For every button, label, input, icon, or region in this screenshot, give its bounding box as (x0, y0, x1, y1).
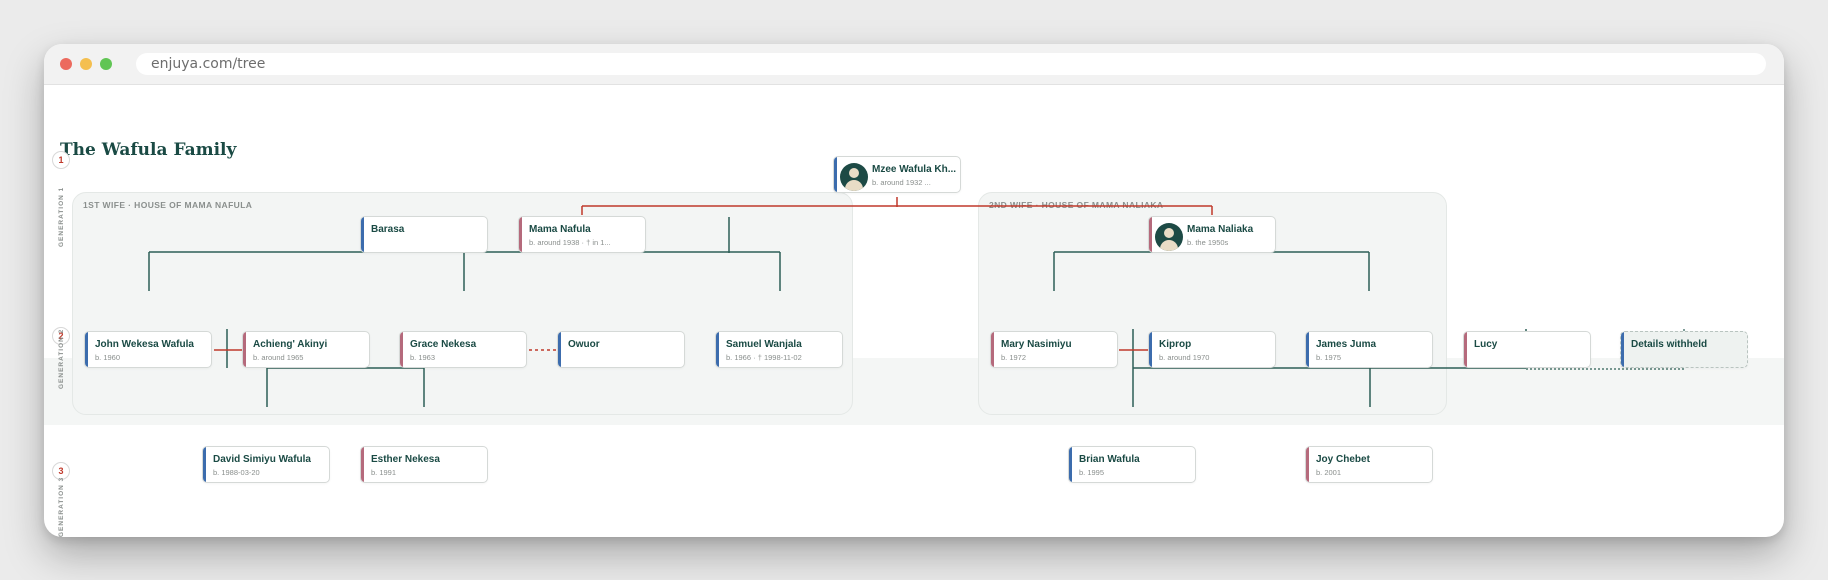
female-indicator (400, 332, 403, 367)
person-card-achieng[interactable]: Achieng' Akinyi b. around 1965 (242, 331, 370, 368)
male-indicator (361, 217, 364, 252)
person-name: John Wekesa Wafula (95, 339, 194, 350)
person-dates: b. 1963 (410, 353, 436, 362)
person-card-mzee-wafula[interactable]: Mzee Wafula Kh... b. around 1932 ... (833, 156, 961, 193)
person-dates: b. 1960 (95, 353, 121, 362)
person-name: James Juma (1316, 339, 1377, 350)
male-indicator (1306, 332, 1309, 367)
person-card-kiprop[interactable]: Kiprop b. around 1970 (1148, 331, 1276, 368)
person-dates: b. around 1965 (253, 353, 304, 362)
person-dates: b. 1975 (1316, 353, 1342, 362)
person-card-john[interactable]: John Wekesa Wafula b. 1960 (84, 331, 212, 368)
person-dates: b. 1995 (1079, 468, 1105, 477)
person-card-esther[interactable]: Esther Nekesa b. 1991 (360, 446, 488, 483)
close-window-button[interactable] (60, 58, 72, 70)
female-indicator (519, 217, 522, 252)
browser-toolbar: enjuya.com/tree (44, 44, 1784, 85)
male-indicator (1069, 447, 1072, 482)
maximize-window-button[interactable] (100, 58, 112, 70)
male-indicator (1621, 332, 1624, 367)
person-card-owuor[interactable]: Owuor (557, 331, 685, 368)
person-name: Joy Chebet (1316, 454, 1370, 465)
person-dates: b. around 1970 (1159, 353, 1210, 362)
female-indicator (361, 447, 364, 482)
browser-window: enjuya.com/tree 1ST WIFE · HOUSE OF MAMA… (44, 44, 1784, 537)
person-dates: b. 1988-03-20 (213, 468, 260, 477)
person-name: Lucy (1474, 339, 1498, 350)
person-dates: b. 1972 (1001, 353, 1027, 362)
person-dates: b. around 1932 ... (872, 178, 931, 187)
person-name: Owuor (568, 339, 600, 350)
address-bar[interactable]: enjuya.com/tree (136, 53, 1766, 75)
minimize-window-button[interactable] (80, 58, 92, 70)
male-indicator (85, 332, 88, 367)
female-indicator (991, 332, 994, 367)
person-card-david[interactable]: David Simiyu Wafula b. 1988-03-20 (202, 446, 330, 483)
person-name: Mama Nafula (529, 224, 591, 235)
person-dates: b. 1991 (371, 468, 397, 477)
person-card-mama-naliaka[interactable]: Mama Naliaka b. the 1950s (1148, 216, 1276, 253)
person-card-withheld[interactable]: Details withheld (1620, 331, 1748, 368)
person-name: Mzee Wafula Kh... (872, 164, 956, 175)
family-tree-canvas: 1ST WIFE · HOUSE OF MAMA NAFULA 2ND WIFE… (44, 84, 1784, 537)
person-card-grace[interactable]: Grace Nekesa b. 1963 (399, 331, 527, 368)
person-card-brian[interactable]: Brian Wafula b. 1995 (1068, 446, 1196, 483)
male-indicator (716, 332, 719, 367)
person-name: Kiprop (1159, 339, 1192, 350)
female-indicator (1464, 332, 1467, 367)
person-name: Achieng' Akinyi (253, 339, 328, 350)
person-card-james[interactable]: James Juma b. 1975 (1305, 331, 1433, 368)
person-card-barasa[interactable]: Barasa (360, 216, 488, 253)
person-avatar-icon (1155, 223, 1183, 251)
person-name: Mary Nasimiyu (1001, 339, 1072, 350)
person-card-mary[interactable]: Mary Nasimiyu b. 1972 (990, 331, 1118, 368)
person-name: Brian Wafula (1079, 454, 1140, 465)
person-name: Mama Naliaka (1187, 224, 1254, 235)
male-indicator (834, 157, 837, 192)
person-card-joy[interactable]: Joy Chebet b. 2001 (1305, 446, 1433, 483)
person-name: Details withheld (1631, 339, 1708, 350)
person-card-mama-nafula[interactable]: Mama Nafula b. around 1938 · † in 1... (518, 216, 646, 253)
male-indicator (1149, 332, 1152, 367)
person-name: Esther Nekesa (371, 454, 440, 465)
person-card-samuel[interactable]: Samuel Wanjala b. 1966 · † 1998-11-02 (715, 331, 843, 368)
person-name: Barasa (371, 224, 405, 235)
person-name: Samuel Wanjala (726, 339, 802, 350)
female-indicator (1149, 217, 1152, 252)
person-dates: b. 1966 · † 1998-11-02 (726, 353, 802, 362)
female-indicator (1306, 447, 1309, 482)
female-indicator (243, 332, 246, 367)
person-dates: b. the 1950s (1187, 238, 1229, 247)
person-card-lucy[interactable]: Lucy (1463, 331, 1591, 368)
person-name: David Simiyu Wafula (213, 454, 311, 465)
male-indicator (558, 332, 561, 367)
person-avatar-icon (840, 163, 868, 191)
person-dates: b. 2001 (1316, 468, 1342, 477)
person-name: Grace Nekesa (410, 339, 477, 350)
person-dates: b. around 1938 · † in 1... (529, 238, 611, 247)
male-indicator (203, 447, 206, 482)
